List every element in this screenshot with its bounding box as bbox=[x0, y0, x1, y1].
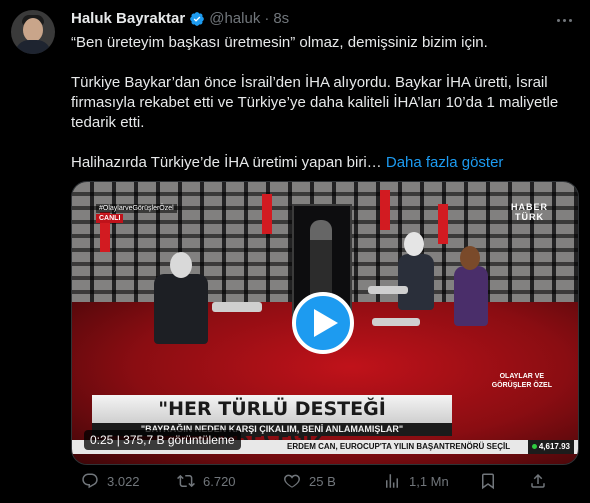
share-icon bbox=[531, 473, 545, 488]
tweet-text: “Ben üreteyim başkası üretmesin” olmaz, … bbox=[71, 33, 576, 173]
views-button[interactable]: 1,1 Mn bbox=[383, 471, 449, 491]
hashtag-overlay: #OlaylarveGörüşlerÖzel bbox=[96, 204, 177, 213]
reply-button[interactable]: 3.022 bbox=[81, 471, 140, 491]
truncated-text: Halihazırda Türkiye’de İHA üretimi yapan… bbox=[71, 154, 382, 171]
like-button[interactable]: 25 B bbox=[283, 471, 336, 491]
author-handle[interactable]: @haluk bbox=[209, 10, 260, 27]
logo-line: TÜRK bbox=[514, 212, 544, 222]
more-icon[interactable] bbox=[552, 10, 576, 30]
verified-badge-icon[interactable] bbox=[189, 11, 205, 27]
like-count: 25 B bbox=[309, 473, 336, 489]
reply-count: 3.022 bbox=[107, 473, 140, 489]
channel-logo: HABER TÜRK bbox=[511, 202, 548, 222]
tweet-header: Haluk Bayraktar @haluk · 8s bbox=[71, 10, 289, 27]
video-duration-views: 0:25 | 375,7 B görüntüleme bbox=[84, 430, 241, 450]
program-line: GÖRÜŞLER ÖZEL bbox=[491, 382, 552, 389]
timestamp[interactable]: 8s bbox=[273, 10, 289, 27]
ticker-index: 4,617.93 bbox=[527, 440, 574, 454]
show-more-link[interactable]: Daha fazla göster bbox=[386, 154, 504, 171]
tweet-paragraph: Halihazırda Türkiye’de İHA üretimi yapan… bbox=[71, 153, 576, 173]
reply-icon bbox=[82, 473, 98, 489]
repost-button[interactable]: 6.720 bbox=[177, 471, 236, 491]
ticker-text: ERDEM CAN, EUROCUP'TA YILIN BAŞANTRENÖRÜ… bbox=[287, 442, 511, 451]
tweet-paragraph: Türkiye Baykar’dan önce İsrail’den İHA a… bbox=[71, 74, 559, 131]
like-icon bbox=[284, 474, 300, 488]
video-headline: "HER TÜRLÜ DESTEĞİ VERECEĞİZ" bbox=[92, 395, 452, 448]
author-name[interactable]: Haluk Bayraktar bbox=[71, 10, 185, 27]
video-player[interactable]: #OlaylarveGörüşlerÖzel CANLI HABER TÜRK … bbox=[71, 181, 579, 465]
play-button[interactable] bbox=[292, 292, 354, 354]
play-icon bbox=[313, 309, 338, 337]
avatar[interactable] bbox=[11, 10, 55, 54]
bookmark-button[interactable] bbox=[479, 471, 497, 491]
tweet-paragraph: “Ben üreteyim başkası üretmesin” olmaz, … bbox=[71, 34, 488, 51]
share-button[interactable] bbox=[529, 471, 547, 491]
program-title: OLAYLAR VE GÖRÜŞLER ÖZEL bbox=[492, 372, 552, 390]
separator: · bbox=[264, 10, 270, 27]
program-line: OLAYLAR VE bbox=[499, 373, 545, 380]
views-icon bbox=[386, 474, 398, 488]
repost-icon bbox=[177, 474, 195, 488]
repost-count: 6.720 bbox=[203, 473, 236, 489]
live-badge: CANLI bbox=[96, 214, 124, 223]
tweet-actions: 3.022 6.720 25 B 1,1 Mn bbox=[71, 471, 576, 491]
ticker-index-value: 4,617.93 bbox=[538, 442, 570, 451]
logo-line: HABER bbox=[510, 202, 548, 212]
bookmark-icon bbox=[482, 473, 494, 490]
views-count: 1,1 Mn bbox=[409, 473, 449, 489]
